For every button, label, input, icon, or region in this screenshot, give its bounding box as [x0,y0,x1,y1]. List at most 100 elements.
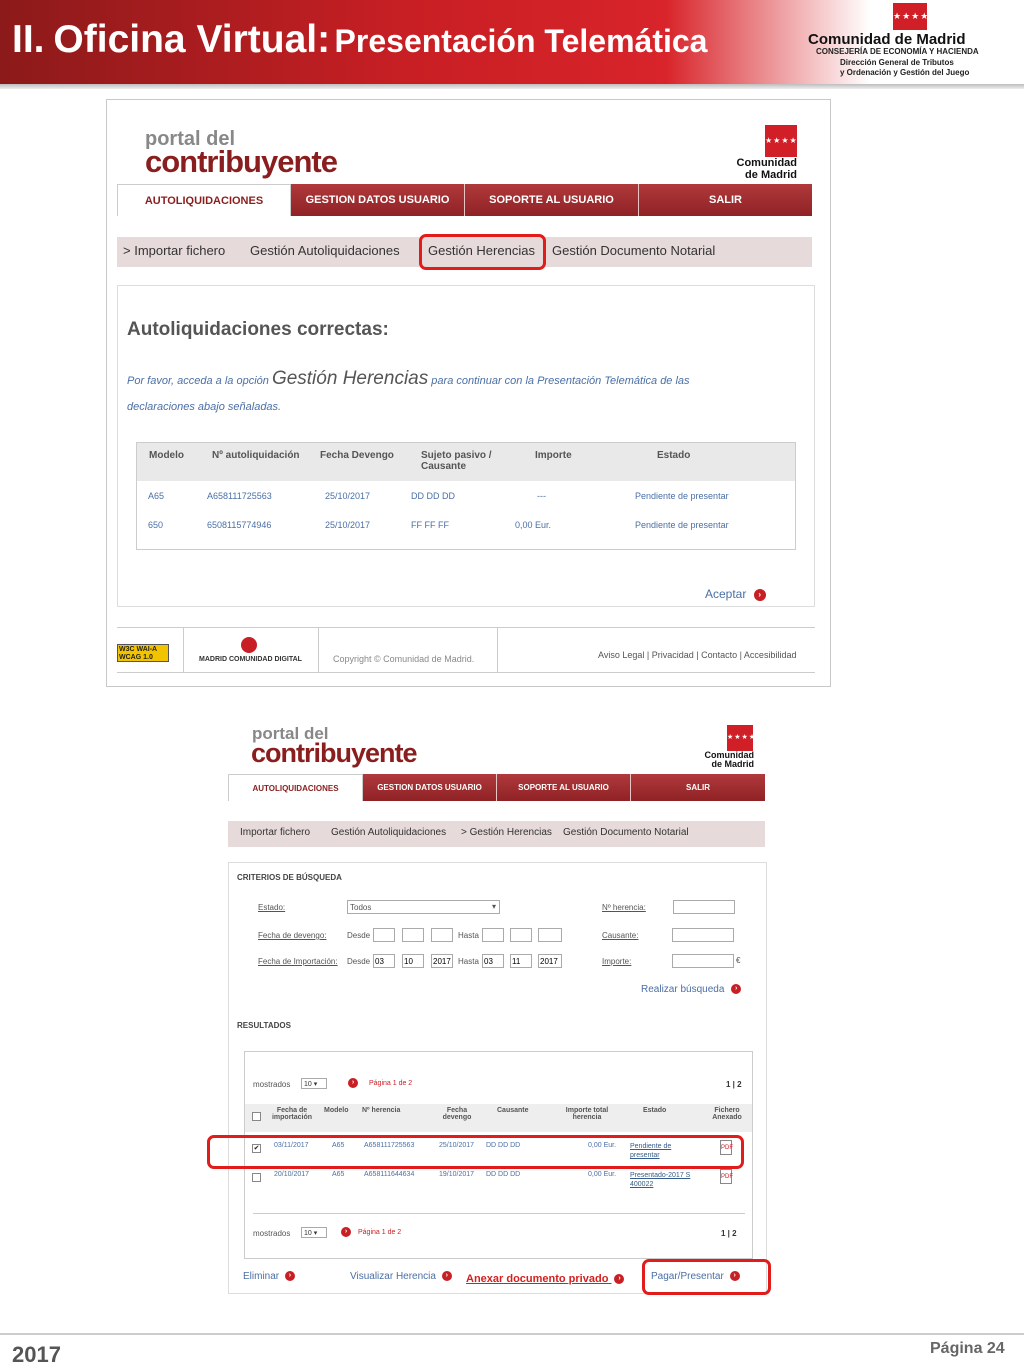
nav-gestion-datos[interactable]: GESTION DATOS USUARIO [291,184,465,216]
causante-label: Causante: [602,931,639,940]
col-sujeto-pasivo: Sujeto pasivo / Causante [421,450,492,472]
search-button-label: Realizar búsqueda [641,984,725,995]
footer-links[interactable]: Aviso Legal | Privacidad | Contacto | Ac… [598,650,796,660]
page-size-select[interactable]: 10 ▾ [301,1227,327,1238]
cell-nautoliquidacion: 6508115774946 [207,520,272,530]
cell-fecha-devengo: 19/10/2017 [439,1171,475,1178]
cell-estado-link[interactable]: Presentado-2017 S 400022 [630,1171,702,1189]
devengo-hasta-year[interactable] [538,928,562,942]
cell-importe: --- [537,491,546,501]
madrid-logo-line1: Comunidad [736,157,798,169]
col-estado: Estado [643,1107,667,1114]
highlight-gestion-herencias [419,234,546,270]
anexar-label: Anexar documento privado [466,1273,609,1285]
nav-autoliquidaciones[interactable]: AUTOLIQUIDACIONES [117,184,291,216]
importacion-desde-day[interactable] [373,954,395,968]
portal-logo-big: contribuyente [145,144,338,179]
shown-label: mostrados [253,1080,291,1089]
accept-button[interactable]: Aceptar › [705,587,766,601]
page-size-value: 10 [304,1081,312,1088]
highlight-pagar-presentar [642,1259,771,1295]
w3c-badge[interactable]: W3C WAI-A WCAG 1.0 [117,644,169,662]
col-importe: Importe [535,450,572,461]
results-title: RESULTADOS [237,1021,291,1030]
highlight-selected-row [207,1135,744,1169]
madrid-digital-label: MADRID COMUNIDAD DIGITAL [199,656,302,663]
anexar-documento-button[interactable]: Anexar documento privado › [466,1273,625,1285]
arrow-right-icon: › [614,1274,625,1285]
visualizar-herencia-button[interactable]: Visualizar Herencia › [350,1271,452,1282]
cell-nherencia: A658111644634 [364,1171,415,1178]
importacion-hasta-month[interactable] [510,954,532,968]
importacion-hasta-day[interactable] [482,954,504,968]
pagination[interactable]: 1 | 2 [726,1080,742,1089]
madrid-logo-text: Comunidad de Madrid [727,157,798,181]
footer-page-number: Página 24 [930,1340,1005,1357]
portal-footer: W3C WAI-A WCAG 1.0 MADRID COMUNIDAD DIGI… [117,627,815,673]
importe-input[interactable] [672,954,734,968]
subnav-gestion-documento-notarial[interactable]: Gestión Documento Notarial [563,827,689,838]
search-button[interactable]: Realizar búsqueda › [641,984,742,995]
instruction-pre: Por favor, acceda a la opción [127,375,269,387]
devengo-desde-label: Desde [347,931,371,940]
subnav-importar-fichero[interactable]: > Importar fichero [123,243,225,258]
devengo-hasta-day[interactable] [482,928,504,942]
madrid-flag-icon: ★★★★ [765,125,797,157]
cell-nautoliquidacion: A658111725563 [207,491,272,501]
nav-salir[interactable]: SALIR [631,774,765,801]
row-checkbox[interactable] [252,1173,261,1182]
importacion-desde-month[interactable] [402,954,424,968]
col-fichero-anexado: Fichero Anexado [712,1107,742,1121]
nav-autoliquidaciones[interactable]: AUTOLIQUIDACIONES [228,774,363,801]
instruction-option: Gestión Herencias [271,368,429,389]
nav-soporte[interactable]: SOPORTE AL USUARIO [465,184,639,216]
arrow-right-icon: › [753,588,766,601]
cell-causante: DD DD DD [486,1171,521,1178]
nav-soporte[interactable]: SOPORTE AL USUARIO [497,774,631,801]
col-modelo: Modelo [149,450,184,461]
subnav-gestion-herencias[interactable]: > Gestión Herencias [461,827,552,838]
org-division-2: y Ordenación y Gestión del Juego [840,68,970,77]
cell-sujeto: DD DD DD [411,491,455,501]
devengo-desde-month[interactable] [402,928,424,942]
nav-salir[interactable]: SALIR [639,184,812,216]
page-indicator: Página 1 de 2 [369,1080,413,1087]
subnav-gestion-autoliquidaciones[interactable]: Gestión Autoliquidaciones [250,243,400,258]
visualizar-label: Visualizar Herencia [350,1271,436,1282]
devengo-hasta-month[interactable] [510,928,532,942]
devengo-desde-day[interactable] [373,928,395,942]
subnav-gestion-documento-notarial[interactable]: Gestión Documento Notarial [552,243,715,258]
cell-estado: Pendiente de presentar [635,520,729,530]
page-size-select[interactable]: 10 ▾ [301,1078,327,1089]
fecha-importacion-label: Fecha de Importación: [258,957,338,966]
title-sub: Presentación Telemática [334,23,708,59]
pagination[interactable]: 1 | 2 [721,1229,737,1238]
title-prefix: II. [12,18,45,61]
euro-label: € [736,956,741,965]
main-nav: AUTOLIQUIDACIONES GESTION DATOS USUARIO … [117,184,812,216]
importacion-hasta-year[interactable] [538,954,562,968]
madrid-flag-icon: ★★★★ [893,3,928,30]
madrid-digital-icon [241,637,257,653]
accept-label: Aceptar [705,587,747,601]
eliminar-button[interactable]: Eliminar › [243,1271,295,1282]
cell-sujeto: FF FF FF [411,520,449,530]
criteria-title: CRITERIOS DE BÚSQUEDA [237,873,342,882]
cell-fecha-importacion: 20/10/2017 [274,1171,310,1178]
col-nautoliquidacion: Nº autoliquidación [212,450,300,461]
select-all-checkbox[interactable] [252,1112,261,1121]
arrow-right-icon[interactable]: › [341,1227,351,1237]
screenshot-gestion-herencias: portal del contribuyente ★★★★ Comunidad … [207,716,771,1306]
pdf-icon[interactable]: PDF [720,1169,733,1184]
subnav-importar-fichero[interactable]: Importar fichero [240,827,310,838]
causante-input[interactable] [672,928,734,942]
devengo-desde-year[interactable] [431,928,453,942]
nav-gestion-datos[interactable]: GESTION DATOS USUARIO [363,774,497,801]
arrow-right-icon[interactable]: › [348,1078,358,1088]
page-heading: Autoliquidaciones correctas: [127,319,389,340]
arrow-right-icon: › [731,984,742,995]
subnav-gestion-autoliquidaciones[interactable]: Gestión Autoliquidaciones [331,827,446,838]
nherencia-input[interactable] [673,900,735,914]
estado-select[interactable]: Todos ▾ [347,900,500,914]
importacion-desde-year[interactable] [431,954,453,968]
